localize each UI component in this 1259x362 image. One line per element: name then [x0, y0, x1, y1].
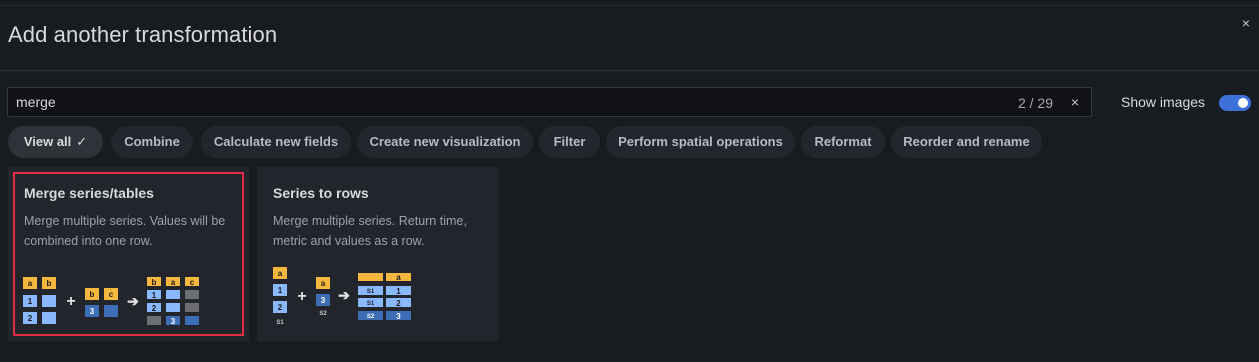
transformation-card-series-to-rows[interactable]: Series to rows Merge multiple series. Re…: [257, 167, 498, 341]
arrow-right-icon: ➔: [127, 293, 139, 309]
cell-label: a: [28, 279, 33, 288]
filter-chip-create-new-visualization[interactable]: Create new visualization: [357, 126, 533, 158]
filter-chip-label: Perform spatial operations: [618, 134, 783, 149]
filter-chip-filter[interactable]: Filter: [539, 126, 600, 158]
filter-chip-reformat[interactable]: Reformat: [801, 126, 885, 158]
filter-chip-label: Reformat: [814, 134, 872, 149]
cell-label: S2: [367, 314, 375, 320]
cell-label: a: [278, 269, 283, 278]
cell-label: 3: [396, 312, 401, 321]
series-caption: S1: [276, 320, 284, 326]
cell-label: 1: [28, 297, 33, 306]
filter-chip-reorder-and-rename[interactable]: Reorder and rename: [891, 126, 1042, 158]
show-images-label: Show images: [1121, 94, 1206, 110]
arrow-right-icon: ➔: [338, 287, 350, 303]
filter-chip-label: Create new visualization: [369, 134, 521, 149]
cell-label: 1: [152, 291, 157, 300]
transformation-card-merge[interactable]: Merge series/tables Merge multiple serie…: [8, 167, 249, 341]
cell-label: 2: [152, 304, 157, 313]
filter-chip-label: Filter: [553, 134, 586, 149]
search-field[interactable]: 2 / 29 ×: [7, 87, 1092, 117]
cell-label: 1: [278, 286, 283, 295]
cell-label: 2: [278, 303, 283, 312]
series-to-rows-illustration: a 1 2 S1 + a 3 S2 ➔ a S1 1 S1 2 S2 3: [273, 267, 411, 326]
toggle-knob: [1238, 98, 1248, 108]
cell-label: 3: [171, 317, 176, 326]
filter-chip-label: Reorder and rename: [903, 134, 1030, 149]
cell-label: a: [396, 273, 401, 282]
series-caption: S2: [319, 311, 327, 317]
dialog-title: Add another transformation: [8, 22, 278, 47]
cell-label: a: [321, 279, 326, 288]
clear-search-icon[interactable]: ×: [1071, 94, 1079, 110]
plus-icon: +: [297, 288, 306, 305]
filter-chip-calculate-new-fields[interactable]: Calculate new fields: [201, 126, 351, 158]
show-images-toggle[interactable]: [1219, 95, 1251, 111]
cell-label: b: [47, 279, 52, 288]
cell-label: b: [90, 290, 95, 299]
cell-label: 2: [28, 314, 33, 323]
close-icon[interactable]: ×: [1239, 16, 1253, 30]
cell-label: 2: [396, 299, 401, 308]
cell-label: 1: [396, 287, 401, 296]
filter-chip-view-all[interactable]: View all ✓: [8, 126, 103, 158]
cell-label: 3: [90, 307, 95, 316]
cell-label: 3: [321, 296, 326, 305]
result-count: 2 / 29: [1017, 95, 1053, 111]
search-input[interactable]: [16, 88, 996, 116]
cell-label: b: [152, 278, 157, 287]
filter-chip-label: Calculate new fields: [213, 134, 339, 149]
filter-chip-perform-spatial-operations[interactable]: Perform spatial operations: [606, 126, 795, 158]
check-icon: ✓: [76, 134, 88, 149]
dialog-header: Add another transformation ×: [0, 6, 1259, 71]
cell-label: S1: [367, 289, 375, 295]
plus-icon: +: [66, 293, 75, 310]
merge-illustration: a b 1 2 + b c 3 ➔ b a c 1 2 3: [23, 277, 199, 326]
cell-label: a: [171, 278, 176, 287]
filter-chip-label: Combine: [124, 134, 180, 149]
filter-chip-label: View all: [23, 134, 72, 149]
cell-label: S1: [367, 301, 375, 307]
cell-label: c: [190, 278, 195, 287]
cell-label: c: [109, 290, 114, 299]
filter-chip-combine[interactable]: Combine: [111, 126, 193, 158]
